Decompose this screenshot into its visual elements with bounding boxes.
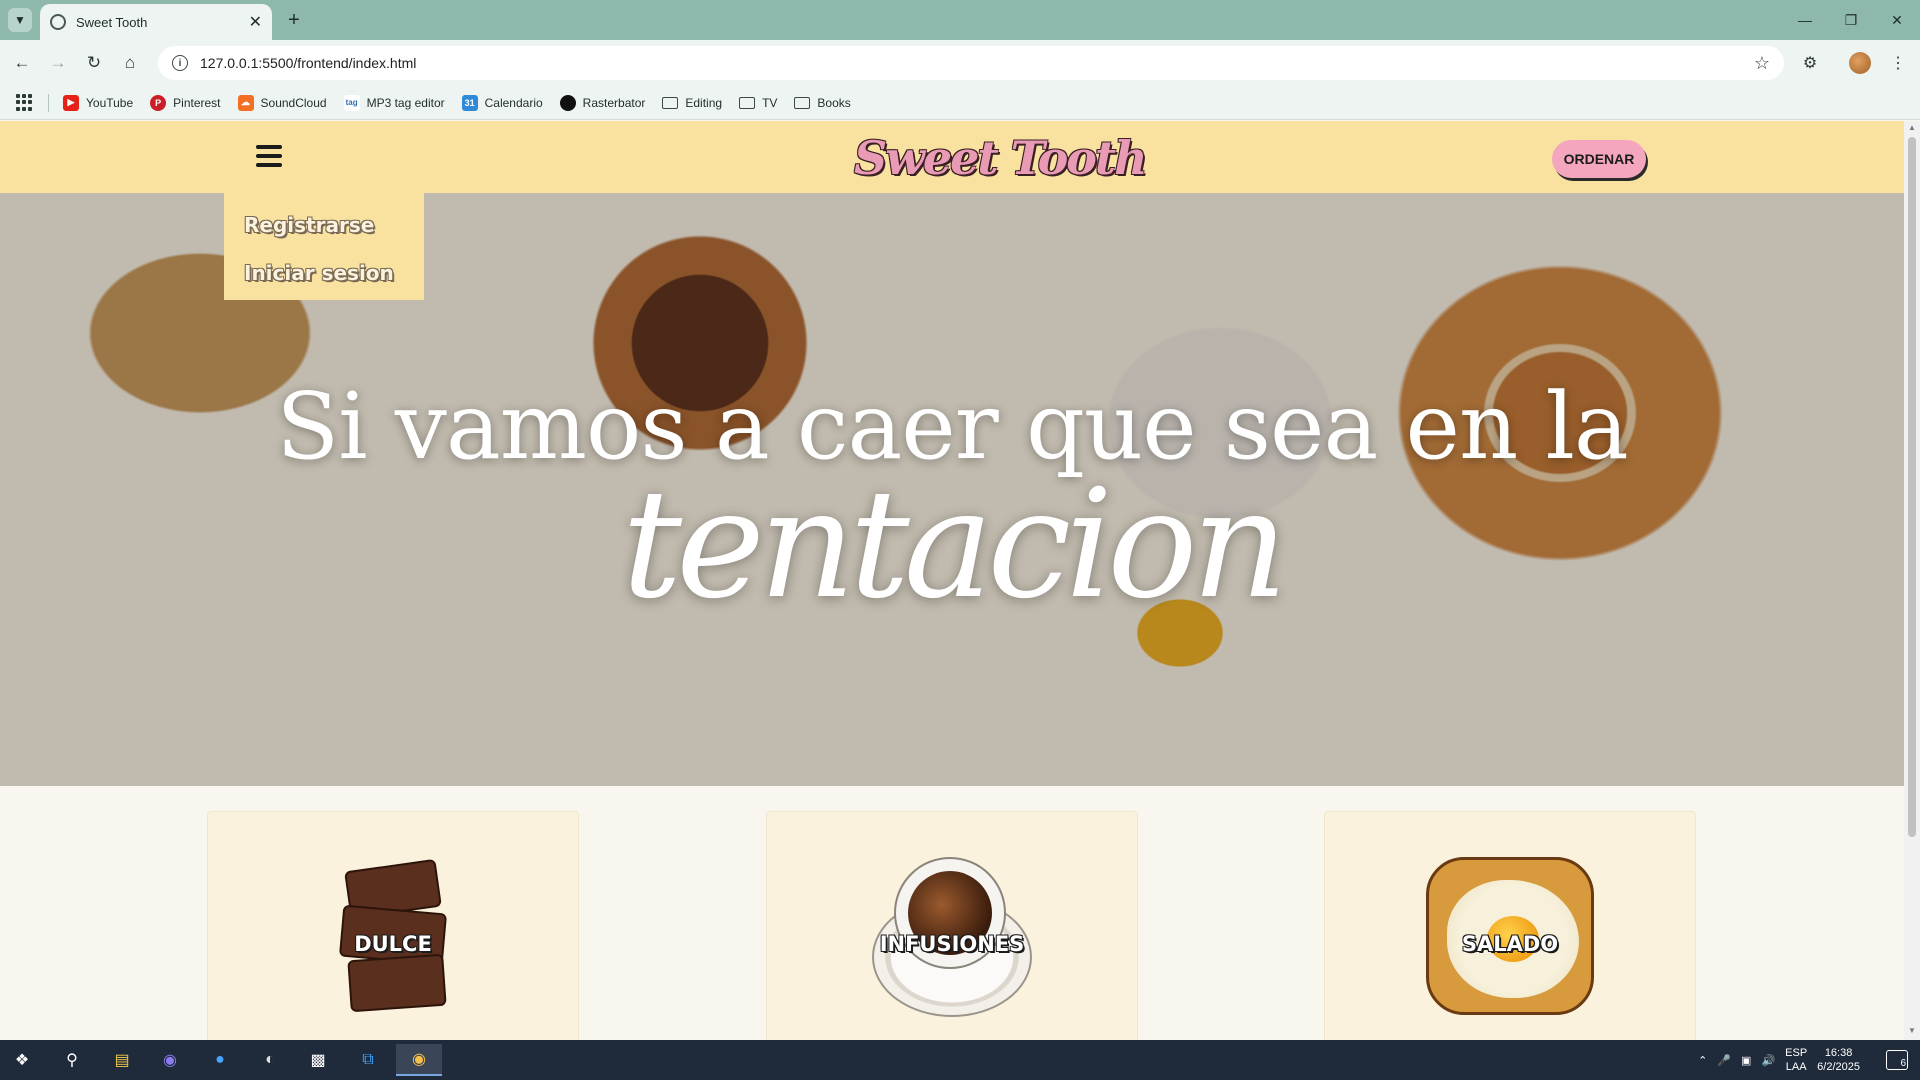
tag-icon: tag	[343, 94, 360, 111]
hero-script-word: tentacion	[621, 458, 1288, 632]
tab-search-button[interactable]: ▼	[8, 8, 32, 32]
restore-button[interactable]: ❐	[1828, 6, 1874, 34]
page-scrollbar[interactable]: ▲ ▼	[1904, 121, 1920, 1040]
site-logo[interactable]: Sweet Tooth	[854, 131, 1148, 185]
home-button[interactable]: ⌂	[116, 49, 144, 77]
network-icon[interactable]: ▣	[1741, 1054, 1751, 1067]
bookmark-rasterbator[interactable]: Rasterbator	[559, 94, 646, 111]
close-tab-icon[interactable]: ✕	[249, 12, 262, 32]
bookmark-mp3-tag-editor[interactable]: tag MP3 tag editor	[343, 94, 445, 111]
menu-item-login[interactable]: Iniciar sesion	[244, 249, 424, 297]
category-card-infusiones[interactable]: INFUSIONES	[766, 811, 1138, 1040]
chrome-alt-icon[interactable]: ◐	[250, 1044, 290, 1076]
menu-item-register[interactable]: Registrarse	[244, 201, 424, 249]
discord-icon[interactable]: ◉	[150, 1044, 190, 1076]
bookmark-label: TV	[762, 95, 778, 110]
bookmark-label: YouTube	[86, 95, 134, 110]
globe-icon	[50, 14, 66, 30]
new-tab-button[interactable]: +	[282, 8, 306, 32]
category-label: INFUSIONES	[879, 932, 1025, 956]
tray-chevron-icon[interactable]: ⌃	[1698, 1054, 1707, 1067]
bookmark-folder-editing[interactable]: Editing	[662, 96, 722, 110]
address-bar[interactable]: i 127.0.0.1:5500/frontend/index.html ☆	[158, 46, 1784, 80]
rasterbator-icon	[559, 94, 576, 111]
menu-dots-icon[interactable]: ⋮	[1884, 49, 1912, 77]
bookmark-label: Books	[817, 95, 851, 110]
back-button[interactable]: ←	[8, 49, 36, 77]
clock-date: 6/2/2025	[1817, 1061, 1860, 1073]
chrome-icon[interactable]: ◉	[396, 1044, 442, 1076]
site-header: Sweet Tooth ORDENAR	[0, 121, 1904, 193]
order-button[interactable]: ORDENAR	[1552, 140, 1646, 178]
nav-dropdown-menu: Registrarse Iniciar sesion	[224, 193, 424, 300]
bookmark-calendario[interactable]: 31 Calendario	[461, 94, 543, 111]
bookmark-pinterest[interactable]: P Pinterest	[150, 94, 221, 111]
clock[interactable]: 16:38 6/2/2025	[1817, 1046, 1860, 1074]
bookmark-youtube[interactable]: ▶ YouTube	[63, 94, 134, 111]
address-text: 127.0.0.1:5500/frontend/index.html	[200, 55, 417, 71]
system-tray: ⌃ 🎤 ▣ 🔊 ESP LAA 16:38 6/2/2025	[1698, 1040, 1860, 1080]
forward-button[interactable]: →	[44, 49, 72, 77]
folder-icon	[662, 96, 679, 109]
search-icon[interactable]: ⚲	[52, 1044, 92, 1076]
app-icon[interactable]: ●	[200, 1044, 240, 1076]
bookmark-folder-tv[interactable]: TV	[739, 96, 777, 110]
folder-icon	[794, 96, 811, 109]
microphone-icon[interactable]: 🎤	[1717, 1054, 1731, 1067]
bookmark-star-icon[interactable]: ☆	[1754, 53, 1770, 74]
notification-count: 6	[1900, 1058, 1906, 1069]
soundcloud-icon: ☁	[237, 94, 254, 111]
category-card-dulce[interactable]: DULCE	[207, 811, 579, 1040]
close-window-button[interactable]: ✕	[1874, 6, 1920, 34]
clock-time: 16:38	[1824, 1047, 1853, 1059]
category-label: SALADO	[1461, 932, 1559, 956]
minimize-button[interactable]: —	[1782, 6, 1828, 34]
scroll-thumb[interactable]	[1908, 137, 1916, 837]
scroll-down-icon[interactable]: ▼	[1908, 1026, 1916, 1035]
category-card-salado[interactable]: SALADO	[1324, 811, 1696, 1040]
pinterest-icon: P	[150, 94, 167, 111]
browser-tab[interactable]: Sweet Tooth ✕	[40, 4, 272, 40]
language-code: ESP	[1785, 1047, 1808, 1059]
language-indicator[interactable]: ESP LAA	[1785, 1046, 1807, 1074]
bookmark-label: SoundCloud	[260, 95, 327, 110]
volume-icon[interactable]: 🔊	[1761, 1054, 1775, 1067]
notifications-icon[interactable]: 6	[1886, 1050, 1908, 1070]
hamburger-menu-icon[interactable]	[256, 145, 282, 167]
windows-taskbar: ❖ ⚲ ▤ ◉ ● ◐ ▩ ⧉ ◉ ⌃ 🎤 ▣ 🔊 ESP LAA 16:38 …	[0, 1040, 1920, 1080]
category-label: DULCE	[354, 932, 432, 956]
bookmarks-divider	[48, 93, 49, 112]
calendar-icon: 31	[461, 94, 478, 111]
youtube-icon: ▶	[63, 94, 79, 111]
profile-avatar[interactable]	[1846, 49, 1874, 77]
bookmark-label: Rasterbator	[582, 95, 646, 110]
page-viewport: Sweet Tooth ORDENAR Registrarse Iniciar …	[0, 121, 1904, 1040]
bookmarks-bar: ▶ YouTube P Pinterest ☁ SoundCloud tag M…	[0, 86, 1920, 120]
bookmark-soundcloud[interactable]: ☁ SoundCloud	[237, 94, 327, 111]
keyboard-layout: LAA	[1785, 1061, 1807, 1073]
apps-grid-icon[interactable]	[16, 93, 34, 112]
extensions-icon[interactable]: ⚙	[1796, 49, 1824, 77]
reload-button[interactable]: ↻	[80, 49, 108, 77]
tab-title: Sweet Tooth	[76, 14, 148, 30]
scroll-up-icon[interactable]: ▲	[1908, 123, 1916, 132]
file-explorer-icon[interactable]: ▤	[102, 1044, 142, 1076]
browser-toolbar: ← → ↻ ⌂ i 127.0.0.1:5500/frontend/index.…	[0, 40, 1920, 86]
bookmark-label: Pinterest	[173, 95, 221, 110]
folder-icon	[739, 96, 756, 109]
bookmark-folder-books[interactable]: Books	[794, 95, 851, 110]
terminal-icon[interactable]: ▩	[298, 1044, 338, 1076]
browser-tab-bar: ▼ Sweet Tooth ✕ + — ❐ ✕	[0, 0, 1920, 40]
site-info-icon[interactable]: i	[172, 55, 188, 71]
bookmark-label: MP3 tag editor	[366, 95, 445, 110]
bookmark-label: Editing	[685, 95, 723, 110]
category-cards: DULCE INFUSIONES SALADO	[0, 811, 1904, 1040]
bookmark-label: Calendario	[484, 95, 543, 110]
windows-start-icon[interactable]: ❖	[2, 1044, 42, 1076]
vscode-icon[interactable]: ⧉	[348, 1044, 388, 1076]
